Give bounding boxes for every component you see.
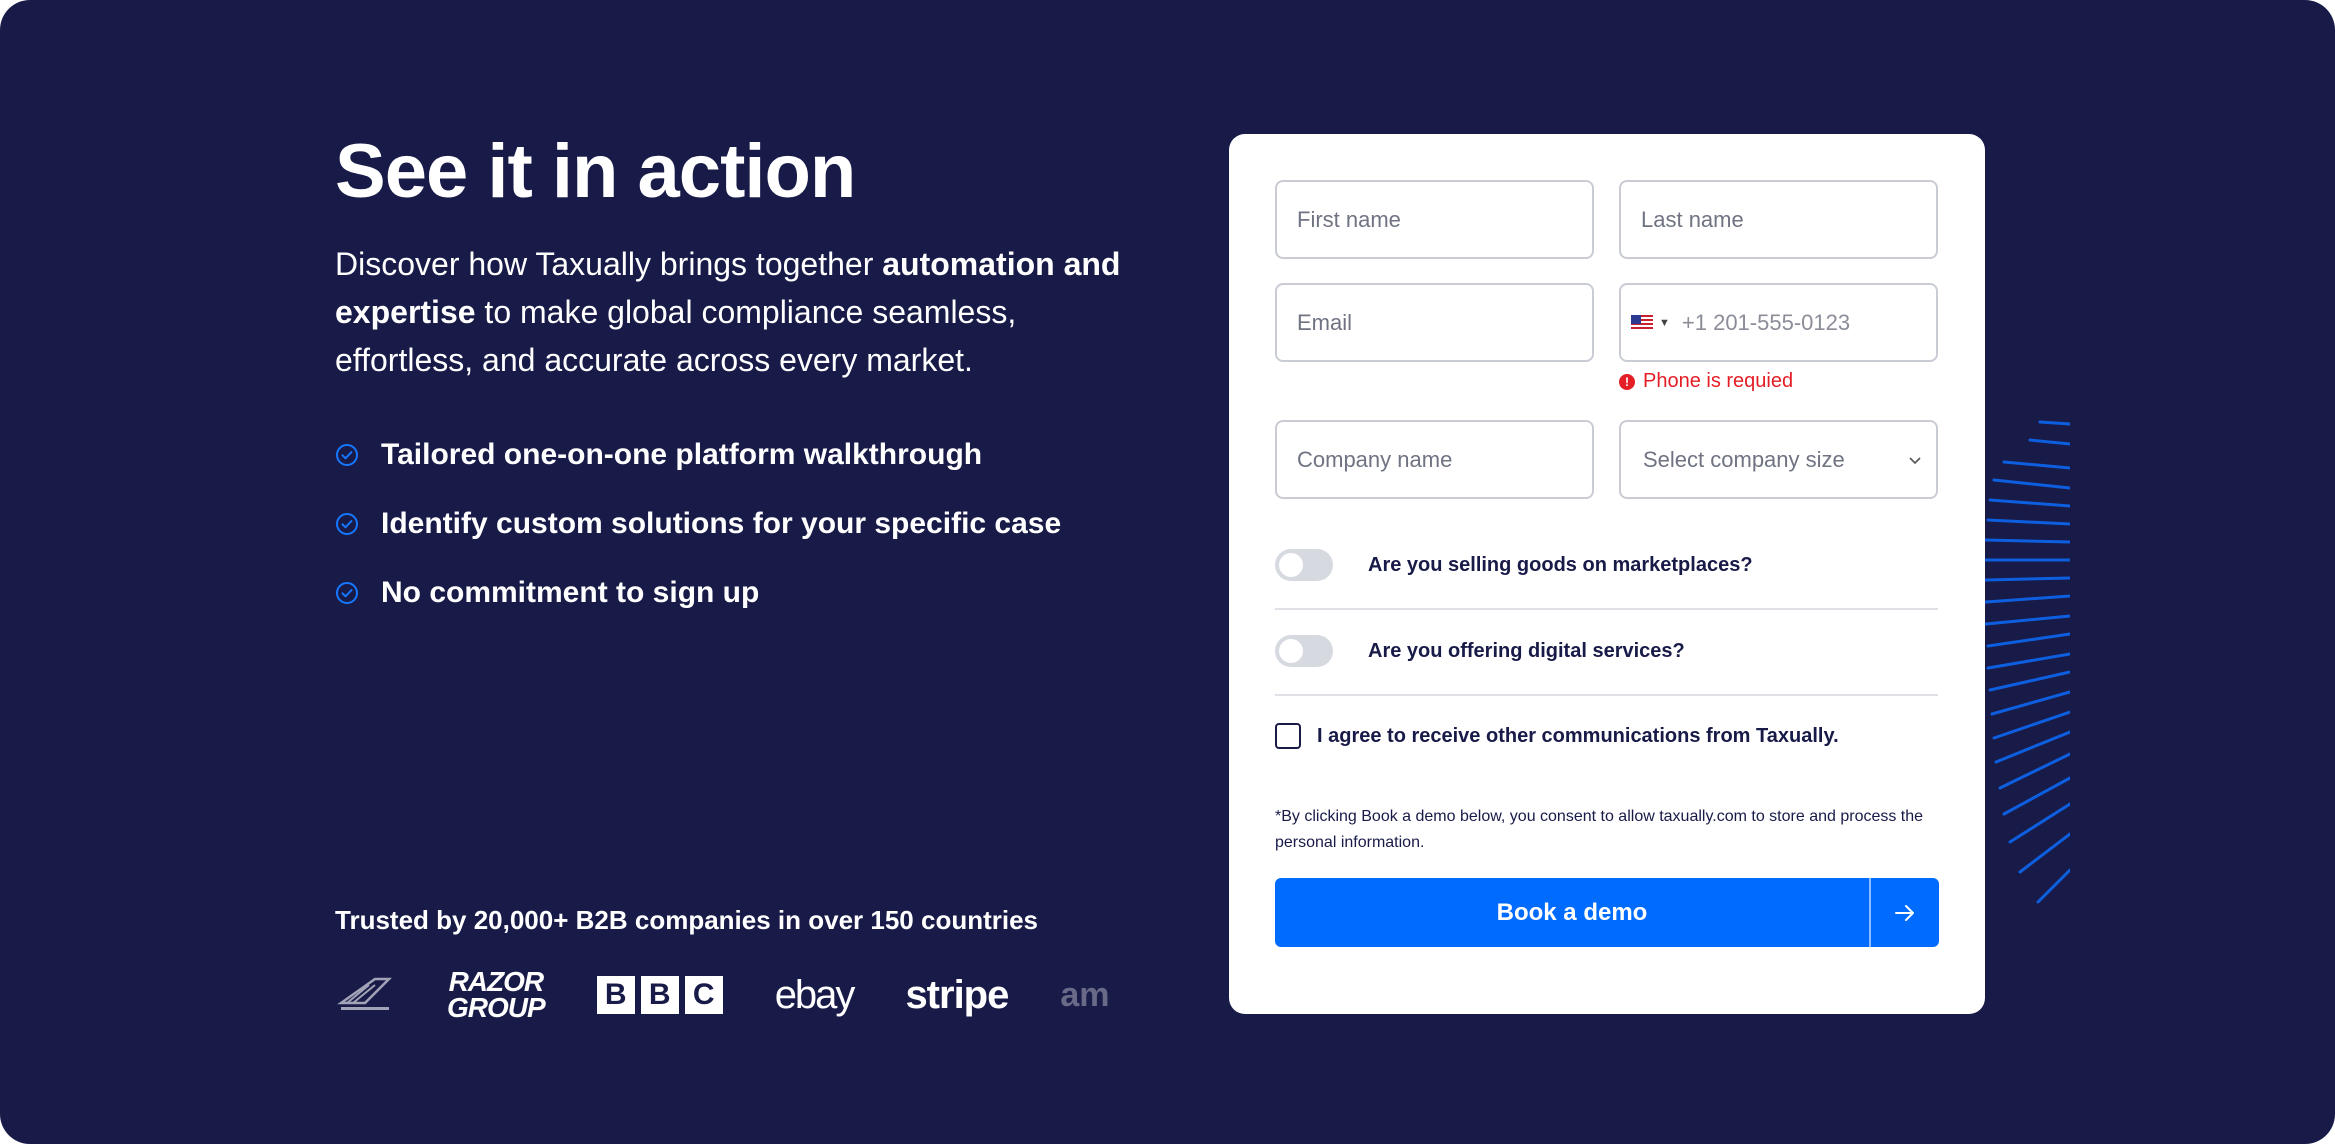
divider [1275,694,1938,696]
book-demo-button[interactable]: Book a demo [1275,878,1939,947]
bbc-letter: C [684,976,723,1014]
bbc-logo: B B C [596,976,723,1014]
us-flag-icon[interactable] [1631,314,1653,331]
phone-error-message: ! Phone is requied [1619,370,1793,393]
bbc-letter: B [640,976,679,1014]
razor-group-logo: RAZOR GROUP [447,966,546,1023]
demo-form: ▼ ! Phone is requied Select company size… [1229,134,1985,1014]
feature-label: Tailored one-on-one platform walkthrough [381,437,983,471]
chevron-down-icon [1909,456,1921,464]
intro-text-start: Discover how Taxually brings together [335,246,883,282]
marketplaces-toggle-label: Are you selling goods on marketplaces? [1368,553,1753,576]
privacy-consent-text: *By clicking Book a demo below, you cons… [1275,808,1924,851]
divider [1275,608,1938,610]
feature-label: No commitment to sign up [381,575,760,609]
page-title: See it in action [335,129,856,214]
customer-logos: RAZOR GROUP B B C ebay stripe am [335,960,1115,1030]
stripe-logo: stripe [905,972,1009,1017]
bbc-letter: B [596,976,635,1014]
digital-services-toggle-label: Are you offering digital services? [1368,639,1685,662]
check-circle-icon [336,443,358,466]
feature-item: No commitment to sign up [335,558,1061,627]
feature-list: Tailored one-on-one platform walkthrough… [335,420,1061,627]
last-name-field[interactable] [1619,180,1938,259]
feature-item: Identify custom solutions for your speci… [335,489,1061,558]
sports-logo-icon [337,977,393,1010]
first-name-field[interactable] [1275,180,1594,259]
amazon-logo: am [1060,975,1110,1014]
phone-field[interactable] [1679,284,1936,361]
feature-item: Tailored one-on-one platform walkthrough [335,420,1061,489]
company-size-select-value: Select company size [1643,446,1845,472]
communications-consent-row: I agree to receive other communications … [1275,723,1839,749]
arrow-right-icon [1871,878,1939,947]
marketplaces-toggle[interactable] [1275,549,1333,581]
demo-section: See it in action Discover how Taxually b… [0,0,2335,1144]
marketplaces-toggle-row: Are you selling goods on marketplaces? [1275,540,1938,590]
communications-checkbox[interactable] [1275,723,1301,749]
communications-checkbox-label[interactable]: I agree to receive other communications … [1317,725,1839,748]
phone-error-text: Phone is requied [1643,370,1794,392]
company-name-field[interactable] [1275,420,1594,499]
trusted-by-text: Trusted by 20,000+ B2B companies in over… [335,905,1039,935]
feature-label: Identify custom solutions for your speci… [381,506,1062,540]
email-field[interactable] [1275,283,1594,362]
error-icon: ! [1619,373,1635,390]
digital-services-toggle[interactable] [1275,635,1333,667]
ebay-logo: ebay [774,972,856,1017]
country-dropdown-caret-icon[interactable]: ▼ [1659,317,1670,329]
digital-services-toggle-row: Are you offering digital services? [1275,626,1938,676]
check-circle-icon [336,512,358,535]
decorative-arcs [1984,420,2070,904]
company-size-select[interactable]: Select company size [1619,420,1938,499]
book-demo-label: Book a demo [1496,898,1648,926]
check-circle-icon [336,581,358,604]
intro-text: Discover how Taxually brings together au… [335,240,1135,384]
phone-field-wrapper: ▼ [1619,283,1938,362]
